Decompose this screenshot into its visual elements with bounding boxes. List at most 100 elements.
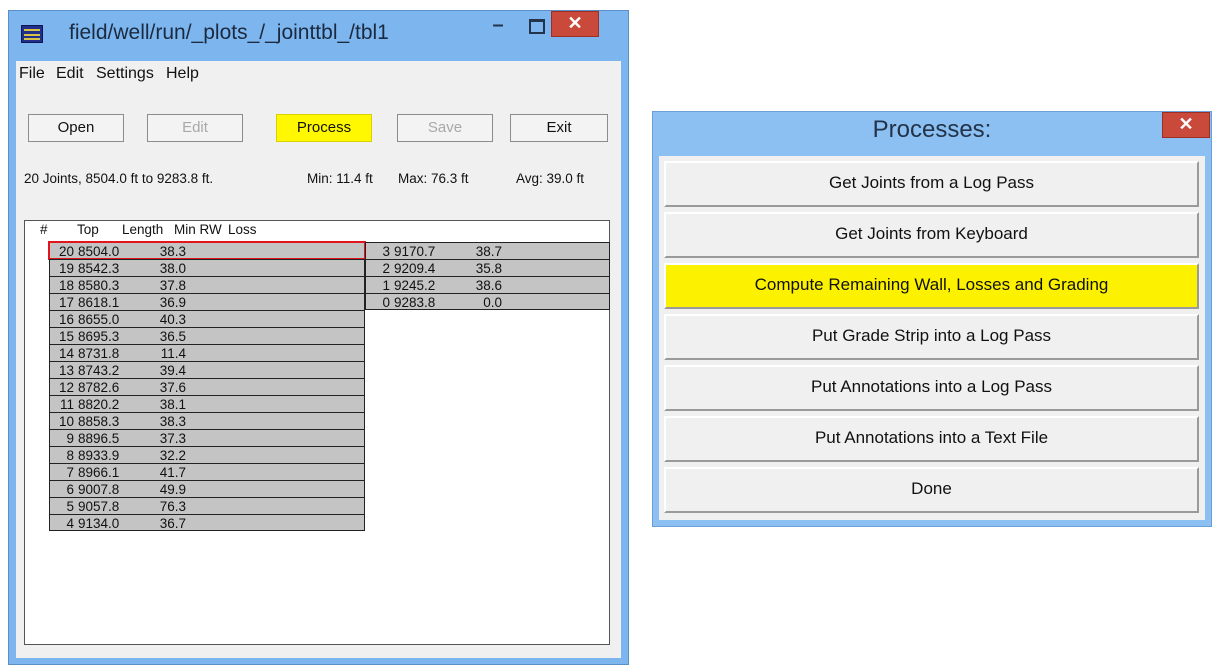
maximize-icon <box>529 19 545 34</box>
joint-table[interactable]: # Top Length Min RW Loss 20 8504.0 38.3 19 8… <box>24 220 610 645</box>
put-grade-strip-button[interactable]: Put Grade Strip into a Log Pass <box>664 314 1199 360</box>
processes-body: Get Joints from a Log Pass Get Joints fr… <box>659 156 1205 520</box>
done-button[interactable]: Done <box>664 467 1199 513</box>
process-button[interactable]: Process <box>276 114 372 142</box>
joint-length: 37.8 <box>159 278 186 293</box>
joint-length: 38.7 <box>475 244 502 259</box>
joint-top: 8618.1 <box>78 295 120 310</box>
joint-length: 37.6 <box>159 380 186 395</box>
menu-bar: File Edit Settings Help <box>16 61 621 87</box>
menu-edit[interactable]: Edit <box>56 65 84 83</box>
close-button[interactable]: ✕ <box>551 11 599 37</box>
joint-number: 3 <box>382 244 390 259</box>
get-joints-keyboard-button[interactable]: Get Joints from Keyboard <box>664 212 1199 258</box>
joint-number: 16 <box>58 312 74 327</box>
joint-top: 9283.8 <box>394 295 436 310</box>
joint-length: 38.0 <box>159 261 186 276</box>
joint-length: 38.3 <box>159 414 186 429</box>
joint-length: 76.3 <box>159 499 186 514</box>
table-row[interactable]: 1 9245.2 38.6 <box>365 276 610 293</box>
table-row[interactable]: 12 8782.6 37.6 <box>49 378 365 395</box>
joint-number: 20 <box>58 244 74 259</box>
table-row[interactable]: 7 8966.1 41.7 <box>49 463 365 480</box>
joint-number: 7 <box>66 465 74 480</box>
table-row[interactable]: 8 8933.9 32.2 <box>49 446 365 463</box>
compute-remaining-wall-button[interactable]: Compute Remaining Wall, Losses and Gradi… <box>664 263 1199 309</box>
put-annotations-text-file-button[interactable]: Put Annotations into a Text File <box>664 416 1199 462</box>
summary-min: Min: 11.4 ft <box>307 171 373 186</box>
table-row[interactable]: 17 8618.1 36.9 <box>49 293 365 310</box>
joint-top: 9134.0 <box>78 516 120 531</box>
table-row[interactable]: 0 9283.8 0.0 <box>365 293 610 310</box>
joint-number: 8 <box>66 448 74 463</box>
put-annotations-log-pass-button[interactable]: Put Annotations into a Log Pass <box>664 365 1199 411</box>
table-row[interactable]: 11 8820.2 38.1 <box>49 395 365 412</box>
open-button[interactable]: Open <box>28 114 124 142</box>
minimize-button[interactable]: – <box>483 15 513 37</box>
joint-number: 18 <box>58 278 74 293</box>
joint-length: 36.5 <box>159 329 186 344</box>
joint-length: 0.0 <box>483 295 502 310</box>
joint-top: 8820.2 <box>78 397 120 412</box>
table-row[interactable]: 20 8504.0 38.3 <box>48 241 366 260</box>
joint-length: 35.8 <box>475 261 502 276</box>
maximize-button[interactable] <box>521 15 551 37</box>
menu-settings[interactable]: Settings <box>96 65 154 83</box>
joint-number: 1 <box>382 278 390 293</box>
joint-length: 39.4 <box>159 363 186 378</box>
table-row[interactable]: 5 9057.8 76.3 <box>49 497 365 514</box>
table-row[interactable]: 18 8580.3 37.8 <box>49 276 365 293</box>
joint-top: 8782.6 <box>78 380 120 395</box>
menu-file[interactable]: File <box>19 65 45 83</box>
joint-number: 9 <box>66 431 74 446</box>
joint-table-window: field/well/run/_plots_/_jointtbl_/tbl1 –… <box>8 10 629 665</box>
joint-number: 2 <box>382 261 390 276</box>
summary-max: Max: 76.3 ft <box>398 171 469 186</box>
table-row[interactable]: 6 9007.8 49.9 <box>49 480 365 497</box>
joint-top: 8655.0 <box>78 312 120 327</box>
joint-summary: 20 Joints, 8504.0 ft to 9283.8 ft. Min: … <box>24 171 584 186</box>
joint-length: 36.9 <box>159 295 186 310</box>
joint-top: 9057.8 <box>78 499 120 514</box>
joint-length: 11.4 <box>160 346 186 361</box>
joint-top: 8896.5 <box>78 431 120 446</box>
header-min-rw: Min RW <box>174 222 222 237</box>
client-area: File Edit Settings Help Open Edit Proces… <box>16 61 621 658</box>
joint-top: 9007.8 <box>78 482 120 497</box>
processes-title: Processes: <box>872 116 992 143</box>
processes-close-button[interactable]: ✕ <box>1162 112 1210 138</box>
table-row[interactable]: 16 8655.0 40.3 <box>49 310 365 327</box>
table-row[interactable]: 4 9134.0 36.7 <box>49 514 365 531</box>
joint-top: 9209.4 <box>394 261 436 276</box>
edit-button[interactable]: Edit <box>147 114 243 142</box>
table-row[interactable]: 19 8542.3 38.0 <box>49 259 365 276</box>
header-number: # <box>40 222 48 237</box>
window-title: field/well/run/_plots_/_jointtbl_/tbl1 <box>69 21 389 44</box>
joint-length: 38.6 <box>475 278 502 293</box>
joint-length: 38.3 <box>159 244 186 259</box>
joint-length: 49.9 <box>159 482 186 497</box>
joint-number: 13 <box>58 363 74 378</box>
joint-top: 8966.1 <box>78 465 120 480</box>
joint-top: 9245.2 <box>394 278 436 293</box>
joint-number: 15 <box>58 329 74 344</box>
joint-length: 41.7 <box>159 465 186 480</box>
joint-number: 6 <box>66 482 74 497</box>
save-button[interactable]: Save <box>397 114 493 142</box>
table-row[interactable]: 14 8731.8 11.4 <box>49 344 365 361</box>
title-bar[interactable]: field/well/run/_plots_/_jointtbl_/tbl1 –… <box>9 11 628 61</box>
joint-length: 36.7 <box>159 516 186 531</box>
table-row[interactable]: 3 9170.7 38.7 <box>365 242 610 259</box>
exit-button[interactable]: Exit <box>510 114 608 142</box>
joint-number: 0 <box>382 295 390 310</box>
table-row[interactable]: 2 9209.4 35.8 <box>365 259 610 276</box>
table-row[interactable]: 13 8743.2 39.4 <box>49 361 365 378</box>
joint-top: 8743.2 <box>78 363 120 378</box>
joint-top: 9170.7 <box>394 244 436 259</box>
get-joints-log-pass-button[interactable]: Get Joints from a Log Pass <box>664 161 1199 207</box>
header-length: Length <box>122 222 164 237</box>
table-row[interactable]: 15 8695.3 36.5 <box>49 327 365 344</box>
table-row[interactable]: 10 8858.3 38.3 <box>49 412 365 429</box>
table-row[interactable]: 9 8896.5 37.3 <box>49 429 365 446</box>
menu-help[interactable]: Help <box>166 65 199 83</box>
